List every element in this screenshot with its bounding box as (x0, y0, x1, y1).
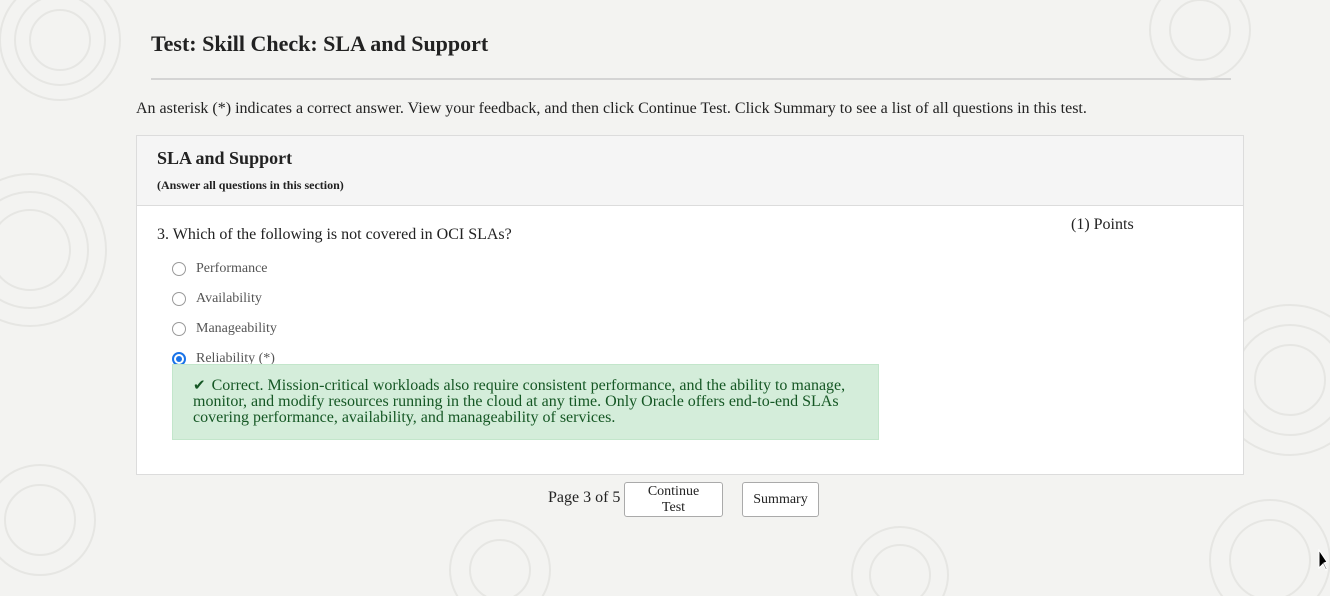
answer-option-availability[interactable]: Availability (172, 284, 277, 314)
section-header: SLA and Support (Answer all questions in… (137, 136, 1243, 206)
summary-button[interactable]: Summary (742, 482, 819, 517)
feedback-text: Correct. Mission-critical workloads also… (193, 377, 846, 426)
instructions-text: An asterisk (*) indicates a correct answ… (136, 100, 1087, 117)
page-title: Test: Skill Check: SLA and Support (151, 31, 489, 56)
title-divider (151, 78, 1231, 80)
answer-option-performance[interactable]: Performance (172, 254, 277, 284)
check-icon: ✔ (193, 376, 206, 394)
page-indicator: Page 3 of 5 (548, 489, 621, 506)
option-label: Manageability (196, 321, 277, 336)
feedback-box: ✔ Correct. Mission-critical workloads al… (172, 364, 879, 440)
radio-button[interactable] (172, 292, 186, 306)
section-subtitle: (Answer all questions in this section) (157, 178, 344, 192)
answer-option-manageability[interactable]: Manageability (172, 314, 277, 344)
question-points: (1) Points (1071, 216, 1134, 233)
answer-options: Performance Availability Manageability R… (172, 254, 277, 374)
section-title: SLA and Support (157, 148, 293, 168)
radio-button[interactable] (172, 322, 186, 336)
question-text: 3. Which of the following is not covered… (157, 226, 512, 243)
mouse-cursor-icon (1318, 549, 1328, 571)
option-label: Performance (196, 261, 268, 276)
section-panel: SLA and Support (Answer all questions in… (136, 135, 1244, 475)
continue-test-button[interactable]: Continue Test (624, 482, 723, 517)
option-label: Availability (196, 291, 262, 306)
radio-button[interactable] (172, 262, 186, 276)
